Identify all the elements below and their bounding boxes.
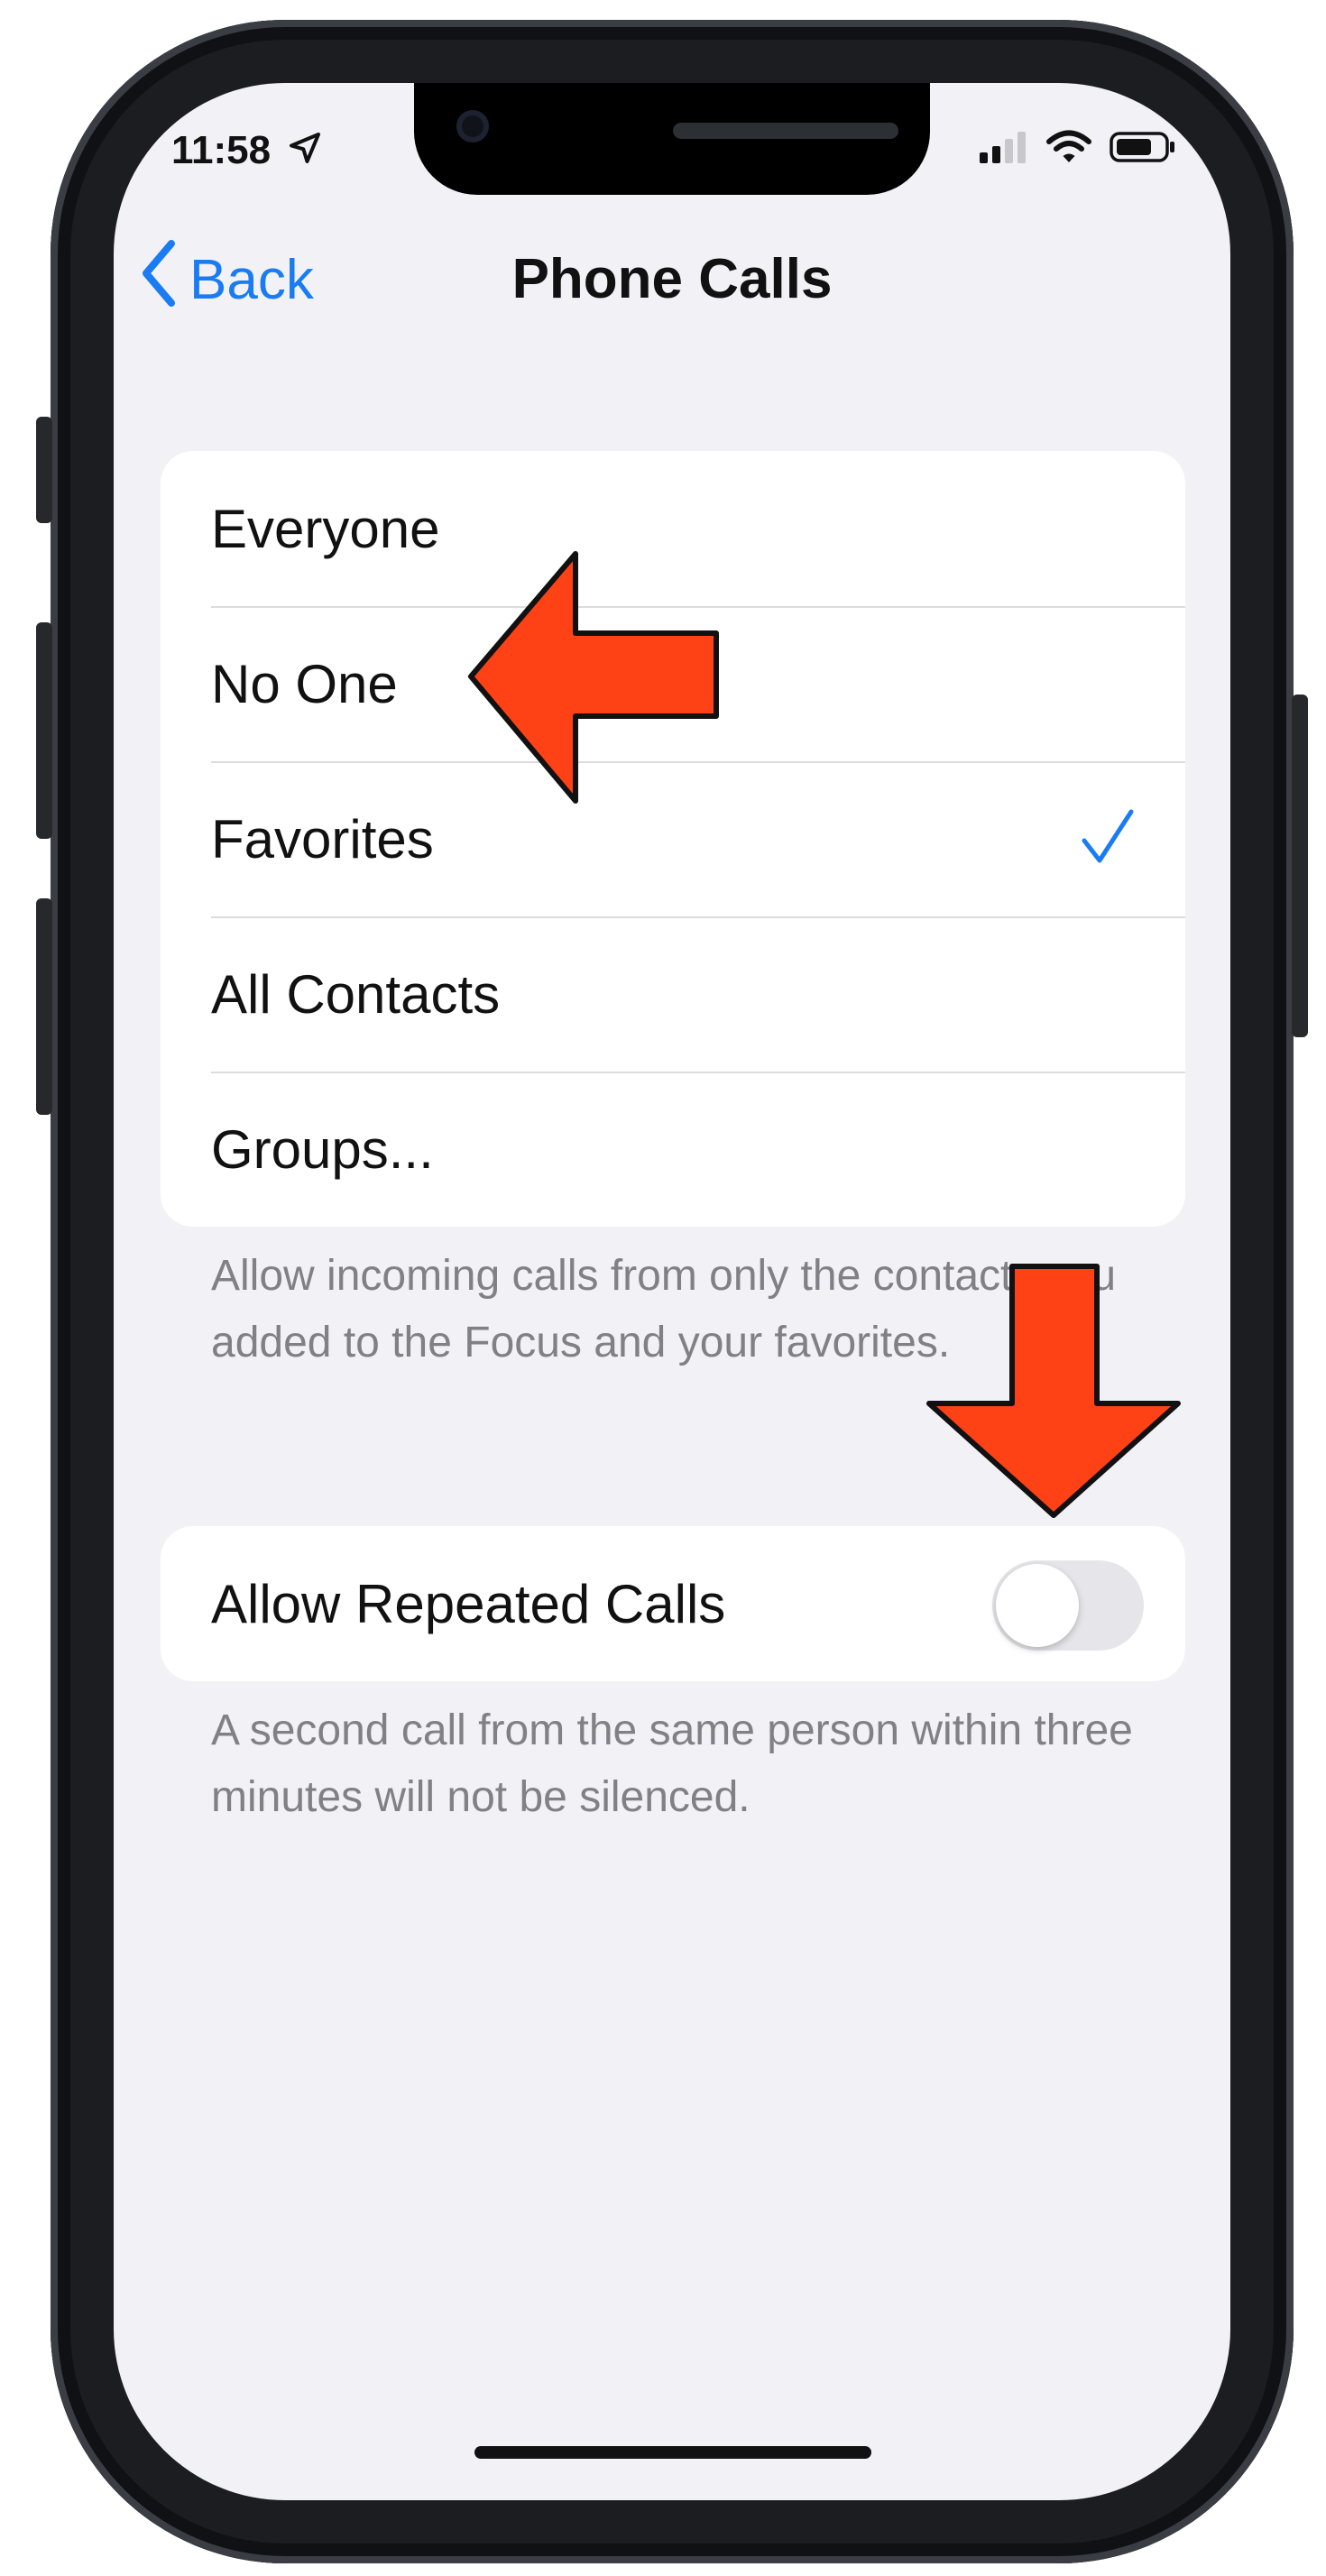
option-all-contacts[interactable]: All Contacts bbox=[161, 916, 1185, 1072]
repeated-calls-footer-note: A second call from the same person withi… bbox=[211, 1707, 1133, 1821]
option-label: No One bbox=[211, 653, 398, 714]
allow-repeated-calls-toggle[interactable] bbox=[992, 1560, 1144, 1651]
notch bbox=[414, 83, 930, 195]
power-button bbox=[1292, 695, 1308, 1037]
battery-icon bbox=[1110, 131, 1176, 168]
wifi-icon bbox=[1046, 130, 1091, 169]
option-groups[interactable]: Groups... bbox=[161, 1072, 1185, 1227]
location-arrow-icon bbox=[287, 130, 323, 176]
left-arrow-annotation bbox=[468, 551, 719, 804]
cellular-signal-icon bbox=[978, 131, 1028, 168]
toggle-knob bbox=[996, 1564, 1079, 1647]
front-camera bbox=[456, 110, 489, 143]
option-label: Groups... bbox=[211, 1118, 434, 1180]
volume-down-button bbox=[36, 898, 52, 1115]
option-label: All Contacts bbox=[211, 963, 501, 1025]
option-label: Everyone bbox=[211, 498, 440, 559]
allow-repeated-calls-label: Allow Repeated Calls bbox=[211, 1573, 726, 1634]
down-arrow-annotation bbox=[926, 1264, 1181, 1518]
home-indicator bbox=[474, 2446, 871, 2459]
status-bar-time: 11:58 bbox=[171, 128, 323, 176]
volume-up-button bbox=[36, 622, 52, 839]
earpiece-speaker bbox=[673, 123, 898, 139]
option-label: Favorites bbox=[211, 808, 434, 869]
checkmark-icon bbox=[1077, 808, 1137, 880]
status-time-text: 11:58 bbox=[171, 128, 272, 172]
repeated-calls-group: Allow Repeated Calls bbox=[161, 1526, 1185, 1681]
action-button bbox=[36, 417, 52, 523]
allow-repeated-calls-row: Allow Repeated Calls bbox=[161, 1526, 1185, 1681]
page-title: Phone Calls bbox=[511, 248, 833, 310]
status-icons bbox=[978, 130, 1176, 169]
